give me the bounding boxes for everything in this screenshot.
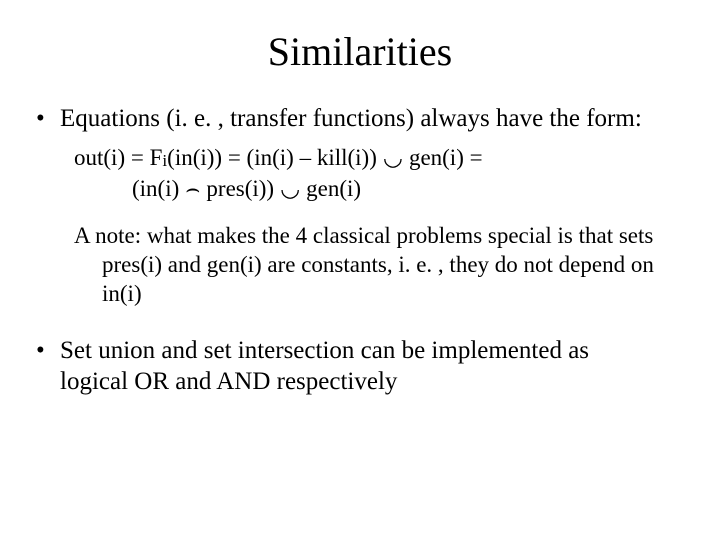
union-symbol-2: ◡	[274, 173, 306, 204]
note-line-1: A note: what makes the 4 classical probl…	[74, 222, 684, 251]
eq2-part-c: gen(i)	[306, 173, 361, 204]
slide: Similarities Equations (i. e. , transfer…	[0, 0, 720, 540]
eq2-part-b: pres(i))	[206, 173, 274, 204]
note-block: A note: what makes the 4 classical probl…	[74, 222, 684, 308]
eq1-subscript-i: i	[162, 149, 167, 172]
union-symbol-1: ◡	[377, 142, 409, 173]
intersection-symbol: ⌢	[179, 173, 206, 204]
eq1-part-b: (in(i)) = (in(i) – kill(i))	[167, 142, 377, 173]
eq2-part-a: (in(i)	[132, 173, 179, 204]
equation-block: out(i) = Fi(in(i)) = (in(i) – kill(i)) ◡…	[74, 142, 684, 204]
bullet-equations-text: Equations (i. e. , transfer functions) a…	[60, 105, 642, 132]
bullet-equations: Equations (i. e. , transfer functions) a…	[36, 103, 684, 134]
eq1-part-c: gen(i) =	[409, 142, 483, 173]
bullet-list-2: Set union and set intersection can be im…	[36, 335, 684, 398]
bullet-set-ops-line2: logical OR and AND respectively	[60, 368, 397, 395]
bullet-list: Equations (i. e. , transfer functions) a…	[36, 103, 684, 134]
note-line-2: pres(i) and gen(i) are constants, i. e. …	[74, 251, 684, 309]
eq1-part-a: out(i) = F	[74, 142, 162, 173]
bullet-set-ops-line1: Set union and set intersection can be im…	[60, 337, 589, 364]
equation-line-1: out(i) = Fi(in(i)) = (in(i) – kill(i)) ◡…	[74, 142, 684, 173]
slide-title: Similarities	[36, 28, 684, 75]
equation-line-2: (in(i) ⌢ pres(i)) ◡ gen(i)	[132, 173, 684, 204]
bullet-set-ops: Set union and set intersection can be im…	[36, 335, 684, 398]
